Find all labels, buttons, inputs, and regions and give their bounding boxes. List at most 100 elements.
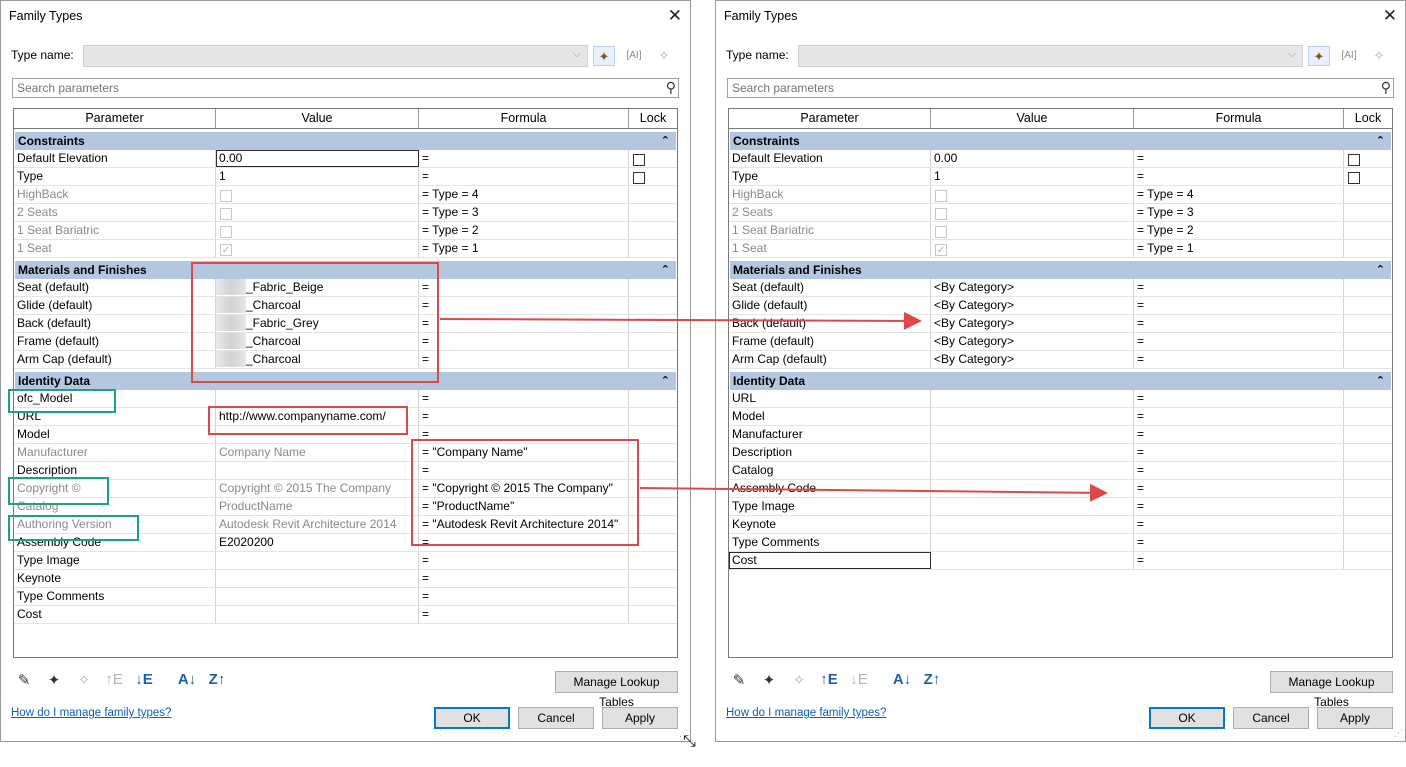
parameter-formula[interactable]: = (1134, 168, 1344, 185)
parameter-formula[interactable]: = (1134, 279, 1344, 296)
close-icon[interactable]: ✕ (668, 6, 682, 26)
column-header-lock[interactable]: Lock (1344, 109, 1392, 128)
parameter-row[interactable]: Default Elevation 0.00 = (729, 150, 1392, 168)
new-parameter-icon[interactable]: ✦ (758, 671, 780, 689)
parameter-formula[interactable]: = (419, 588, 629, 605)
parameter-lock[interactable] (1344, 240, 1392, 257)
parameter-value[interactable] (931, 186, 1134, 203)
parameter-value[interactable] (931, 462, 1134, 479)
parameter-row[interactable]: Type Comments = (729, 534, 1392, 552)
parameter-row[interactable]: ofc_Model = (14, 390, 677, 408)
collapse-chevron-icon[interactable]: ⌃ (1376, 132, 1385, 150)
parameter-formula[interactable]: = Type = 2 (1134, 222, 1344, 239)
parameter-row[interactable]: 2 Seats = Type = 3 (14, 204, 677, 222)
search-icon[interactable]: ⚲ (666, 79, 676, 96)
parameter-formula[interactable]: = (1134, 462, 1344, 479)
parameter-row[interactable]: Keynote = (14, 570, 677, 588)
cancel-button[interactable]: Cancel (1233, 707, 1309, 729)
parameter-value[interactable] (216, 426, 419, 443)
parameter-row[interactable]: URL http://www.companyname.com/ = (14, 408, 677, 426)
parameter-lock[interactable] (629, 516, 677, 533)
parameter-row[interactable]: Manufacturer Company Name = "Company Name" (14, 444, 677, 462)
parameter-row[interactable]: Type 1 = (729, 168, 1392, 186)
parameter-value[interactable] (216, 186, 419, 203)
parameter-formula[interactable]: = (419, 408, 629, 425)
parameter-lock[interactable] (629, 279, 677, 296)
parameter-row[interactable]: Authoring Version Autodesk Revit Architec… (14, 516, 677, 534)
delete-parameter-icon[interactable]: ✧ (788, 671, 810, 689)
parameter-value[interactable] (931, 444, 1134, 461)
move-up-icon[interactable]: ↑E (818, 671, 840, 688)
parameter-value[interactable]: ✓ (216, 240, 419, 257)
parameter-lock[interactable] (1344, 462, 1392, 479)
parameter-lock[interactable] (1344, 204, 1392, 221)
pencil-icon[interactable]: ✎ (728, 671, 750, 689)
parameter-formula[interactable]: = (419, 168, 629, 185)
collapse-chevron-icon[interactable]: ⌃ (1376, 372, 1385, 390)
parameter-row[interactable]: 1 Seat ✓ = Type = 1 (729, 240, 1392, 258)
parameter-formula[interactable]: = (1134, 315, 1344, 332)
parameter-formula[interactable]: = (1134, 351, 1344, 368)
lock-checkbox[interactable] (633, 153, 645, 166)
parameter-lock[interactable] (1344, 408, 1392, 425)
parameter-row[interactable]: Copyright © Copyright © 2015 The Company =… (14, 480, 677, 498)
parameter-lock[interactable] (629, 462, 677, 479)
delete-parameter-icon[interactable]: ✧ (73, 671, 95, 689)
group-materials-and-finishes[interactable]: Materials and Finishes ⌃ (730, 261, 1391, 279)
parameter-value[interactable]: 1 (931, 168, 1134, 185)
group-materials-and-finishes[interactable]: Materials and Finishes ⌃ (15, 261, 676, 279)
parameter-row[interactable]: 2 Seats = Type = 3 (729, 204, 1392, 222)
parameter-value[interactable]: <By Category> (931, 351, 1134, 368)
column-header-parameter[interactable]: Parameter (14, 109, 216, 128)
parameter-formula[interactable]: = (419, 606, 629, 623)
new-type-icon[interactable]: ✦ (593, 46, 615, 66)
type-name-dropdown[interactable]: ⌵ (83, 45, 588, 67)
close-icon[interactable]: ✕ (1383, 6, 1397, 26)
parameter-formula[interactable]: = (419, 426, 629, 443)
parameter-lock[interactable] (1344, 552, 1392, 569)
parameter-formula[interactable]: = (1134, 534, 1344, 551)
parameter-lock[interactable] (1344, 534, 1392, 551)
rename-type-icon[interactable]: [AI] (623, 46, 645, 66)
lock-checkbox[interactable] (1348, 153, 1360, 166)
parameter-row[interactable]: HighBack = Type = 4 (14, 186, 677, 204)
parameter-formula[interactable]: = Type = 4 (1134, 186, 1344, 203)
parameter-value[interactable]: Company Name (216, 444, 419, 461)
parameter-value[interactable]: _Charcoal (216, 351, 419, 368)
parameter-value[interactable] (216, 606, 419, 623)
parameter-formula[interactable]: = (1134, 333, 1344, 350)
parameter-lock[interactable] (629, 240, 677, 257)
collapse-chevron-icon[interactable]: ⌃ (661, 372, 670, 390)
move-up-icon[interactable]: ↑E (103, 671, 125, 688)
parameter-value[interactable]: <By Category> (931, 279, 1134, 296)
parameter-row[interactable]: HighBack = Type = 4 (729, 186, 1392, 204)
parameter-lock[interactable] (629, 204, 677, 221)
parameter-value[interactable] (931, 552, 1134, 569)
parameter-value[interactable]: Autodesk Revit Architecture 2014 (216, 516, 419, 533)
parameter-row[interactable]: Back (default) _Fabric_Grey = (14, 315, 677, 333)
parameter-formula[interactable]: = (1134, 408, 1344, 425)
search-input[interactable] (13, 79, 653, 97)
parameter-row[interactable]: Glide (default) _Charcoal = (14, 297, 677, 315)
parameter-lock[interactable] (629, 186, 677, 203)
parameter-formula[interactable]: = Type = 2 (419, 222, 629, 239)
parameter-value[interactable] (216, 222, 419, 239)
collapse-chevron-icon[interactable]: ⌃ (1376, 261, 1385, 279)
parameter-value[interactable] (931, 408, 1134, 425)
parameter-row[interactable]: Default Elevation 0.00 = (14, 150, 677, 168)
column-header-formula[interactable]: Formula (419, 109, 629, 128)
parameter-formula[interactable]: = "Copyright © 2015 The Company" (419, 480, 629, 497)
parameter-value[interactable]: 0.00 (216, 150, 419, 167)
parameter-formula[interactable]: = (419, 390, 629, 407)
parameter-row[interactable]: URL = (729, 390, 1392, 408)
group-constraints[interactable]: Constraints ⌃ (730, 132, 1391, 150)
parameter-row[interactable]: Glide (default) <By Category> = (729, 297, 1392, 315)
parameter-formula[interactable]: = "Autodesk Revit Architecture 2014" (419, 516, 629, 533)
sort-descending-icon[interactable]: Z↑ (921, 671, 943, 688)
parameter-lock[interactable] (1344, 297, 1392, 314)
parameter-row[interactable]: Catalog ProductName = "ProductName" (14, 498, 677, 516)
parameter-formula[interactable]: = Type = 1 (419, 240, 629, 257)
parameter-value[interactable]: <By Category> (931, 333, 1134, 350)
column-header-value[interactable]: Value (931, 109, 1134, 128)
parameter-lock[interactable] (629, 315, 677, 332)
